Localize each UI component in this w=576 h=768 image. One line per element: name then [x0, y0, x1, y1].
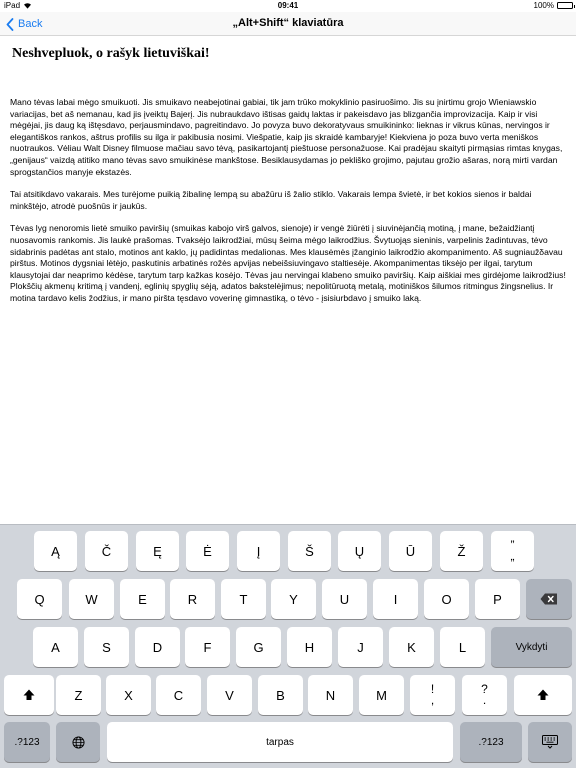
- shift-key-right[interactable]: [514, 675, 572, 715]
- key-h[interactable]: H: [287, 627, 332, 667]
- globe-key[interactable]: [56, 722, 100, 762]
- battery-icon: [557, 2, 575, 9]
- key-v[interactable]: V: [207, 675, 252, 715]
- key-e[interactable]: E: [120, 579, 165, 619]
- keyboard: Ą Č Ę Ė Į Š Ų Ū Ž ” „ Q W E R T Y U I O …: [0, 524, 576, 768]
- space-key[interactable]: tarpas: [107, 722, 453, 762]
- paragraph: Tai atsitikdavo vakarais. Mes turėjome p…: [10, 189, 532, 211]
- shift-icon: [537, 689, 549, 700]
- page-title: „Alt+Shift“ klaviatūra: [232, 17, 344, 29]
- article-heading: Neshvepluok, o rašyk lietuviškai!: [12, 46, 210, 61]
- key-r[interactable]: R: [170, 579, 215, 619]
- key-k[interactable]: K: [389, 627, 434, 667]
- numbers-label: .?123: [478, 736, 504, 748]
- numbers-key-left[interactable]: .?123: [4, 722, 50, 762]
- key-ū[interactable]: Ū: [389, 531, 432, 571]
- key-z[interactable]: Z: [56, 675, 101, 715]
- key-s[interactable]: S: [84, 627, 129, 667]
- key-l[interactable]: L: [440, 627, 485, 667]
- key-j[interactable]: J: [338, 627, 383, 667]
- key-č[interactable]: Č: [85, 531, 128, 571]
- text-editor[interactable]: Neshvepluok, o rašyk lietuviškai! Mano t…: [0, 37, 576, 524]
- key-š[interactable]: Š: [288, 531, 331, 571]
- hide-keyboard-key[interactable]: [528, 722, 572, 762]
- key-comma: ,: [430, 693, 435, 707]
- key-m[interactable]: M: [359, 675, 404, 715]
- key-w[interactable]: W: [69, 579, 114, 619]
- space-label: tarpas: [266, 736, 294, 748]
- backspace-icon: [540, 593, 557, 605]
- key-ę[interactable]: Ę: [136, 531, 179, 571]
- numbers-label: .?123: [14, 736, 40, 748]
- key-question-period[interactable]: ? .: [462, 675, 507, 715]
- navigation-bar: Back „Alt+Shift“ klaviatūra: [0, 12, 576, 36]
- key-q[interactable]: Q: [17, 579, 62, 619]
- key-i[interactable]: I: [373, 579, 418, 619]
- key-exclamation-comma[interactable]: ! ,: [410, 675, 455, 715]
- key-g[interactable]: G: [236, 627, 281, 667]
- key-n[interactable]: N: [308, 675, 353, 715]
- paragraph: Mano tėvas labai mėgo smuikuoti. Jis smu…: [10, 97, 563, 177]
- keyboard-dismiss-icon: [542, 735, 558, 749]
- key-u[interactable]: U: [322, 579, 367, 619]
- paragraph: Tėvas lyg nenoromis lietė smuiko pavirši…: [10, 223, 566, 303]
- key-d[interactable]: D: [135, 627, 180, 667]
- key-period: .: [482, 693, 487, 707]
- key-c[interactable]: C: [156, 675, 201, 715]
- status-bar: iPad 09:41 100%: [0, 0, 576, 12]
- backspace-key[interactable]: [526, 579, 572, 619]
- shift-icon: [23, 689, 35, 700]
- article-body[interactable]: Mano tėvas labai mėgo smuikuoti. Jis smu…: [10, 97, 566, 316]
- shift-key-left[interactable]: [4, 675, 54, 715]
- key-į[interactable]: Į: [237, 531, 280, 571]
- return-label: Vykdyti: [515, 641, 548, 653]
- key-t[interactable]: T: [221, 579, 266, 619]
- key-ž[interactable]: Ž: [440, 531, 483, 571]
- key-b[interactable]: B: [258, 675, 303, 715]
- key-quotes[interactable]: ” „: [491, 531, 534, 571]
- key-ų[interactable]: Ų: [338, 531, 381, 571]
- key-p[interactable]: P: [475, 579, 520, 619]
- status-time: 09:41: [277, 1, 299, 10]
- key-quote-open: „: [510, 549, 515, 563]
- key-o[interactable]: O: [424, 579, 469, 619]
- numbers-key-right[interactable]: .?123: [460, 722, 522, 762]
- key-ė[interactable]: Ė: [186, 531, 229, 571]
- return-key[interactable]: Vykdyti: [491, 627, 572, 667]
- globe-icon: [71, 735, 85, 749]
- key-a[interactable]: A: [33, 627, 78, 667]
- battery-percent: 100%: [533, 1, 554, 10]
- key-f[interactable]: F: [185, 627, 230, 667]
- key-ą[interactable]: Ą: [34, 531, 77, 571]
- key-x[interactable]: X: [106, 675, 151, 715]
- key-y[interactable]: Y: [271, 579, 316, 619]
